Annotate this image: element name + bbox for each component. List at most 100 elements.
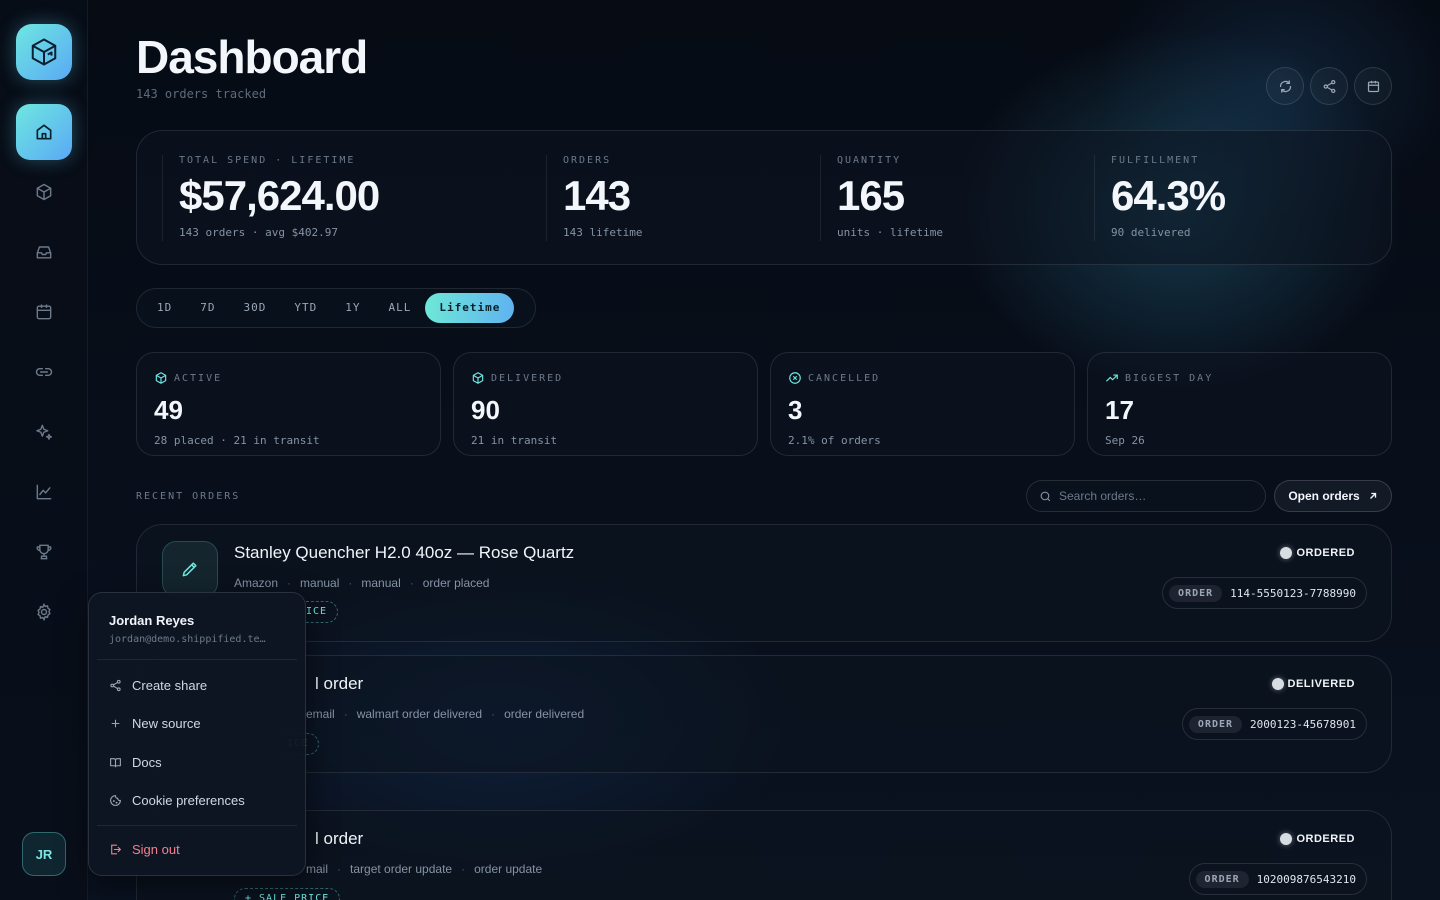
order-meta-item: target order update [350,862,453,876]
card-label: BIGGEST DAY [1125,372,1214,384]
range-selector: 1D 7D 30D YTD 1Y ALL Lifetime [136,288,536,328]
pencil-icon [182,562,197,577]
order-meta-item: mail [306,862,329,876]
package-check-icon [472,372,484,384]
open-orders-button[interactable]: Open orders [1274,480,1392,512]
order-title: l order [315,674,364,693]
order-number[interactable]: ORDER 102009876543210 [1188,863,1367,895]
nav-inbox[interactable] [16,224,72,280]
sale-price-tag: + SALE PRICE [234,888,341,900]
avatar[interactable]: JR [22,832,66,876]
status-label: DELIVERED [1287,678,1355,690]
nav-links[interactable] [16,344,72,400]
stats-panel: TOTAL SPEND · LIFETIME $57,624.00 143 or… [136,130,1392,265]
sale-price-tag: ICE [306,601,339,623]
order-number[interactable]: ORDER 114-5550123-7788990 [1162,577,1367,609]
arrow-up-right-icon [1369,492,1376,499]
menu-item-docs[interactable]: Docs [109,755,162,770]
stat-fulfillment: FULFILLMENT 64.3% 90 delivered [1094,155,1226,241]
inbox-icon [36,246,52,259]
stat-label: ORDERS [563,155,612,166]
trending-up-icon [1106,374,1118,382]
sidebar: JR [0,0,88,900]
range-1y[interactable]: 1Y [331,293,374,323]
page-subtitle: 143 orders tracked [136,87,267,101]
status-badge: ORDERED [1280,547,1355,559]
nav-ai[interactable] [16,404,72,460]
range-7d[interactable]: 7D [186,293,229,323]
x-circle-icon [789,372,801,384]
menu-item-new-source[interactable]: New source [109,716,201,731]
refresh-button[interactable] [1266,67,1304,105]
menu-item-sign-out[interactable]: Sign out [109,842,180,857]
calendar-button[interactable] [1354,67,1392,105]
order-meta-item: Amazon [234,576,279,590]
chart-line-icon [36,484,52,500]
search-input[interactable] [1059,489,1249,503]
card-label: DELIVERED [491,372,564,384]
order-number-label: ORDER [1195,870,1249,888]
order-number-value: 2000123-45678901 [1250,717,1356,731]
user-menu: Jordan Reyes jordan@demo.shippified.te… … [88,592,306,876]
refresh-icon [1279,79,1291,93]
search-icon [1040,491,1051,501]
app-logo[interactable] [16,24,72,80]
status-badge: ORDERED [1280,833,1355,845]
stat-value: 64.3% [1111,172,1226,219]
order-title: l order [315,829,364,848]
share-button[interactable] [1310,67,1348,105]
gear-icon [37,603,51,621]
menu-divider [97,659,297,660]
card-cancelled[interactable]: CANCELLED 3 2.1% of orders [770,352,1075,456]
range-ytd[interactable]: YTD [280,293,331,323]
stat-orders: ORDERS 143 143 lifetime [546,155,642,241]
order-thumbnail [162,541,218,597]
order-number-label: ORDER [1188,715,1243,733]
stat-total-spend: TOTAL SPEND · LIFETIME $57,624.00 143 or… [162,155,380,241]
order-number-value: 102009876543210 [1256,872,1356,886]
nav-home[interactable] [16,104,72,160]
card-label: CANCELLED [808,372,881,384]
menu-item-label: New source [132,716,201,731]
log-out-icon [111,844,122,855]
header-actions [1266,67,1392,105]
nav-packages[interactable] [16,164,72,220]
menu-item-label: Sign out [132,842,180,857]
order-row[interactable]: l order mail · target order update · order… [136,810,1392,900]
card-biggest-day[interactable]: BIGGEST DAY 17 Sep 26 [1087,352,1392,456]
range-all[interactable]: ALL [375,293,426,323]
stat-sub: 90 delivered [1111,226,1191,239]
nav-calendar[interactable] [16,284,72,340]
nav-settings[interactable] [16,584,72,640]
order-meta-item: manual [361,576,401,590]
range-30d[interactable]: 30D [230,293,281,323]
open-orders-label: Open orders [1288,489,1360,503]
card-value: 17 [1105,395,1134,425]
card-label: ACTIVE [174,372,223,384]
stat-quantity: QUANTITY 165 units · lifetime [820,155,943,241]
range-1d[interactable]: 1D [143,293,186,323]
order-number[interactable]: ORDER 2000123-45678901 [1181,708,1367,740]
menu-item-cookie-preferences[interactable]: Cookie preferences [109,793,245,808]
order-meta-item: manual [300,576,340,590]
link-icon [35,367,53,377]
range-lifetime[interactable]: Lifetime [425,293,515,323]
order-meta-item: order update [474,862,543,876]
menu-item-label: Create share [132,678,208,693]
card-delivered[interactable]: DELIVERED 90 21 in transit [453,352,758,456]
card-value: 49 [154,395,183,425]
stat-value: 143 [563,172,631,219]
menu-item-label: Cookie preferences [132,793,245,808]
menu-divider [97,825,297,826]
nav-analytics[interactable] [16,464,72,520]
order-row[interactable]: Stanley Quencher H2.0 40oz — Rose Quartz… [136,524,1392,642]
card-active[interactable]: ACTIVE 49 28 placed · 21 in transit [136,352,441,456]
user-email: jordan@demo.shippified.te… [109,634,266,645]
order-meta: mail · target order update · order update [306,862,543,876]
nav-achievements[interactable] [16,524,72,580]
plus-icon [111,719,120,728]
calendar-icon [1367,80,1379,92]
menu-item-create-share[interactable]: Create share [109,678,207,693]
card-sub: 28 placed · 21 in transit [154,434,320,447]
order-row[interactable]: l order email · walmart order delivered · … [136,655,1392,773]
